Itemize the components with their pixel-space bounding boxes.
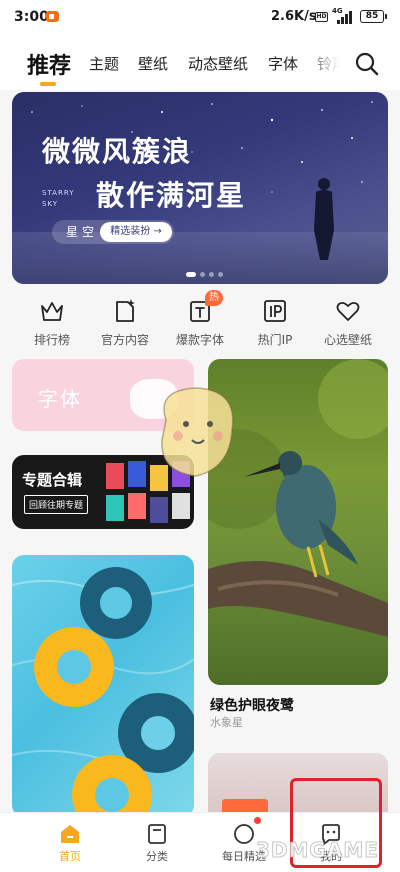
signal-icon: 4G: [332, 7, 354, 24]
nav-label: 分类: [146, 850, 168, 863]
category-row: 排行榜 官方内容 热 爆款字体 热门IP 心选壁纸: [0, 290, 400, 350]
tab-wallpaper[interactable]: 壁纸: [138, 53, 168, 74]
category-picked-wallpapers[interactable]: 心选壁纸: [313, 294, 383, 350]
tab-live-wallpaper[interactable]: 动态壁纸: [188, 53, 248, 74]
font-card-label: 字体: [38, 387, 82, 411]
banner-page-indicator: [186, 272, 223, 277]
nav-home[interactable]: 首页: [30, 813, 110, 872]
notification-dot: [254, 817, 261, 824]
top-tab-bar: 推荐 主题 壁纸 动态壁纸 字体 铃声: [0, 34, 400, 90]
banner-title-line2: 散作满河星: [96, 179, 247, 212]
mascot-sticker: [161, 387, 234, 477]
category-label: 排行榜: [33, 333, 70, 347]
pool-floats-image: [12, 567, 194, 817]
banner-select-button[interactable]: 精选装扮 →: [100, 222, 172, 242]
category-official[interactable]: 官方内容: [90, 294, 160, 350]
silhouette-figure: [314, 178, 334, 260]
banner-theme-name: 星空: [66, 225, 99, 239]
search-icon[interactable]: [354, 51, 380, 77]
status-time: 3:00: [14, 9, 49, 25]
nav-label: 首页: [59, 850, 81, 863]
banner-title-line1: 微微风簇浪: [42, 135, 193, 168]
tab-font[interactable]: 字体: [268, 53, 298, 74]
tab-theme[interactable]: 主题: [89, 53, 119, 74]
category-label: 爆款字体: [175, 333, 224, 347]
hot-badge: 热: [205, 290, 223, 306]
status-bar: 3:00 2.6K/s HD 4G 85: [0, 0, 400, 34]
category-icon: [148, 824, 166, 844]
heart-icon: [336, 301, 360, 321]
featured-banner[interactable]: 微微风簇浪 散作满河星 STARRY SKY 星空 精选装扮 →: [12, 92, 388, 284]
category-label: 热门IP: [257, 333, 293, 347]
category-ranking[interactable]: 排行榜: [17, 294, 87, 350]
battery-icon: 85: [360, 10, 387, 23]
topic-subtitle: 回顾往期专题: [24, 495, 89, 514]
screen-record-icon: [46, 11, 59, 22]
banner-english-label: STARRY SKY: [42, 189, 75, 208]
pool-wallpaper-card[interactable]: [12, 555, 194, 817]
bird-card-title[interactable]: 绿色护眼夜鹭: [210, 695, 294, 715]
category-hot-fonts[interactable]: 热 爆款字体: [165, 290, 235, 350]
tab-recommend[interactable]: 推荐: [27, 48, 71, 80]
category-label: 心选壁纸: [323, 333, 372, 347]
nav-category[interactable]: 分类: [117, 813, 197, 872]
crown-icon: [41, 302, 63, 321]
bird-card-author[interactable]: 水象星: [210, 714, 243, 730]
hd-icon: HD: [315, 12, 328, 22]
ip-icon: [264, 300, 286, 322]
sparkle-doc-icon: [116, 299, 135, 322]
topic-title: 专题合辑: [22, 471, 83, 489]
daily-icon: [234, 824, 254, 844]
category-label: 官方内容: [100, 333, 149, 347]
category-hot-ip[interactable]: 热门IP: [240, 294, 310, 350]
tab-active-indicator: [40, 82, 56, 86]
home-icon: [61, 825, 79, 843]
network-speed: 2.6K/s: [271, 9, 317, 24]
watermark: 3DMGAME: [256, 838, 379, 863]
